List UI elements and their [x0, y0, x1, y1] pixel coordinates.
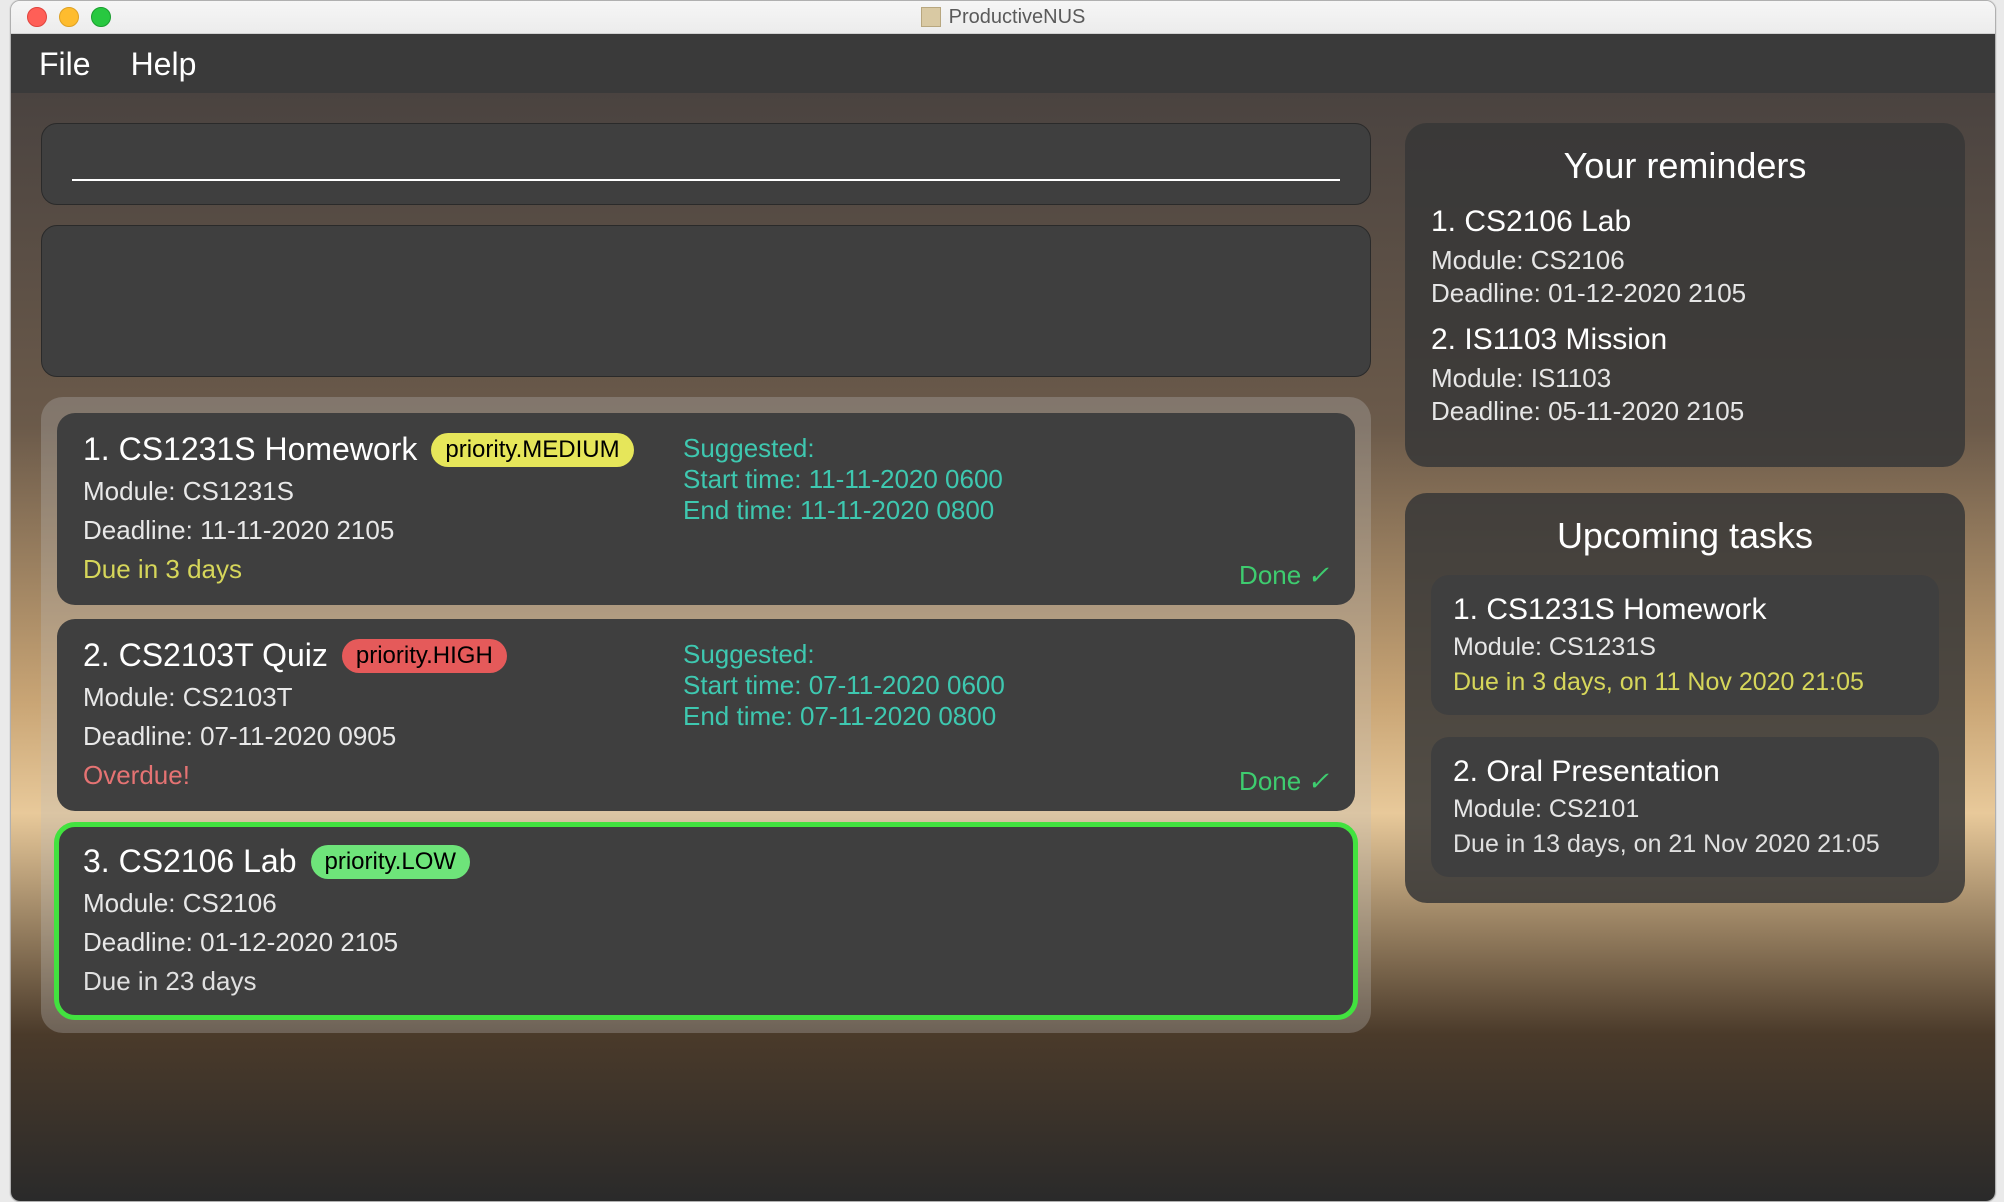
check-icon: ✓ [1307, 766, 1329, 797]
priority-badge-high: priority.HIGH [342, 639, 507, 673]
task-title: 3. CS2106 Lab [83, 843, 297, 880]
reminder-title: 2. IS1103 Mission [1431, 323, 1939, 357]
done-label: Done [1239, 766, 1301, 797]
upcoming-item-module: Module: CS2101 [1453, 795, 1917, 824]
task-title: 2. CS2103T Quiz [83, 637, 328, 674]
input-underline [72, 179, 1340, 181]
upcoming-panel: Upcoming tasks 1. CS1231S Homework Modul… [1405, 493, 1965, 903]
reminder-deadline: Deadline: 05-11-2020 2105 [1431, 396, 1939, 427]
suggested-start: Start time: 11-11-2020 0600 [683, 464, 1329, 495]
suggested-label: Suggested: [683, 433, 1329, 464]
upcoming-item-module: Module: CS1231S [1453, 633, 1917, 662]
task-list: 1. CS1231S Homework priority.MEDIUM Modu… [41, 397, 1371, 1033]
done-label: Done [1239, 560, 1301, 591]
upcoming-card-2[interactable]: 2. Oral Presentation Module: CS2101 Due … [1431, 737, 1939, 877]
suggested-end: End time: 07-11-2020 0800 [683, 701, 1329, 732]
command-input[interactable] [41, 123, 1371, 205]
content-area: 1. CS1231S Homework priority.MEDIUM Modu… [11, 93, 1995, 1201]
reminder-module: Module: CS2106 [1431, 245, 1939, 276]
reminder-title: 1. CS2106 Lab [1431, 205, 1939, 239]
titlebar: ProductiveNUS [11, 1, 1995, 34]
upcoming-item-due: Due in 13 days, on 21 Nov 2020 21:05 [1453, 830, 1917, 859]
done-indicator: Done ✓ [1239, 560, 1329, 591]
check-icon: ✓ [1307, 560, 1329, 591]
task-due: Due in 3 days [83, 554, 683, 585]
priority-badge-low: priority.LOW [311, 845, 471, 879]
reminder-item-2: 2. IS1103 Mission Module: IS1103 Deadlin… [1431, 323, 1939, 427]
task-card-3-selected[interactable]: 3. CS2106 Lab priority.LOW Module: CS210… [57, 825, 1355, 1017]
upcoming-card-1[interactable]: 1. CS1231S Homework Module: CS1231S Due … [1431, 575, 1939, 715]
task-module: Module: CS1231S [83, 476, 683, 507]
suggested-start: Start time: 07-11-2020 0600 [683, 670, 1329, 701]
task-module: Module: CS2103T [83, 682, 683, 713]
window-title-text: ProductiveNUS [949, 6, 1086, 29]
reminder-deadline: Deadline: 01-12-2020 2105 [1431, 278, 1939, 309]
menu-file[interactable]: File [39, 46, 91, 83]
menubar: File Help [11, 34, 1995, 94]
right-column: Your reminders 1. CS2106 Lab Module: CS2… [1405, 123, 1965, 929]
task-due: Overdue! [83, 760, 683, 791]
task-card-2[interactable]: 2. CS2103T Quiz priority.HIGH Module: CS… [57, 619, 1355, 811]
app-icon [921, 7, 941, 27]
suggested-label: Suggested: [683, 639, 1329, 670]
reminders-title: Your reminders [1431, 145, 1939, 187]
feedback-box [41, 225, 1371, 377]
task-due: Due in 23 days [83, 966, 683, 997]
menu-help[interactable]: Help [131, 46, 197, 83]
suggested-end: End time: 11-11-2020 0800 [683, 495, 1329, 526]
reminder-item-1: 1. CS2106 Lab Module: CS2106 Deadline: 0… [1431, 205, 1939, 309]
left-column: 1. CS1231S Homework priority.MEDIUM Modu… [41, 123, 1371, 1033]
done-indicator: Done ✓ [1239, 766, 1329, 797]
upcoming-item-due: Due in 3 days, on 11 Nov 2020 21:05 [1453, 668, 1917, 697]
reminders-panel: Your reminders 1. CS2106 Lab Module: CS2… [1405, 123, 1965, 467]
task-deadline: Deadline: 07-11-2020 0905 [83, 721, 683, 752]
task-deadline: Deadline: 01-12-2020 2105 [83, 927, 683, 958]
upcoming-item-title: 1. CS1231S Homework [1453, 593, 1917, 627]
task-module: Module: CS2106 [83, 888, 683, 919]
window-title: ProductiveNUS [11, 6, 1995, 29]
upcoming-title: Upcoming tasks [1431, 515, 1939, 557]
app-window: ProductiveNUS File Help 1. CS1231S Homew… [10, 0, 1996, 1202]
upcoming-item-title: 2. Oral Presentation [1453, 755, 1917, 789]
reminder-module: Module: IS1103 [1431, 363, 1939, 394]
task-card-1[interactable]: 1. CS1231S Homework priority.MEDIUM Modu… [57, 413, 1355, 605]
task-deadline: Deadline: 11-11-2020 2105 [83, 515, 683, 546]
task-title: 1. CS1231S Homework [83, 431, 417, 468]
priority-badge-medium: priority.MEDIUM [431, 433, 633, 467]
